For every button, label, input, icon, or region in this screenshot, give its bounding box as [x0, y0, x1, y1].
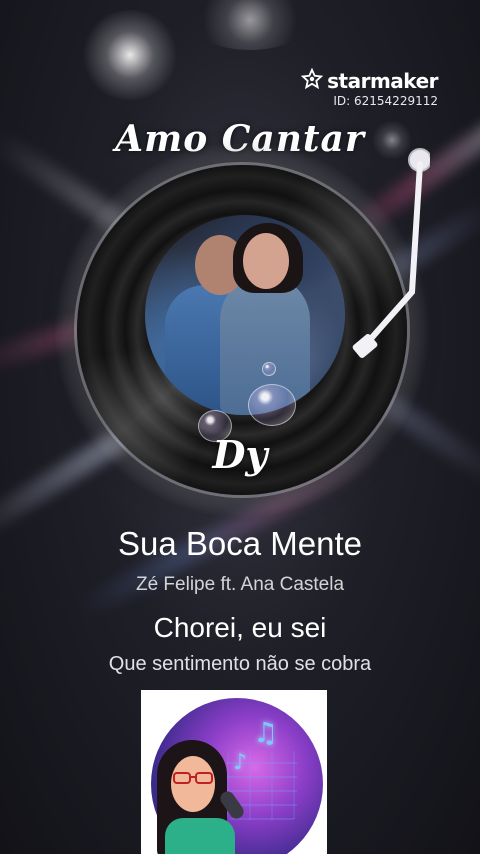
music-note-icon: ♪	[233, 750, 248, 775]
heart-bubble	[262, 362, 276, 376]
glasses-icon	[173, 772, 213, 784]
lyric-next-line: Que sentimento não se cobra	[108, 653, 372, 675]
lens-flare	[190, 0, 310, 50]
singer-avatar: ♫ ♪	[141, 690, 327, 854]
lyric-current-line: Chorei, eu sei	[153, 612, 327, 643]
starmaker-logo: starmaker ID: 62154229112	[300, 67, 438, 108]
music-note-icon: ♫	[253, 716, 279, 749]
user-id: ID: 62154229112	[333, 94, 438, 108]
song-artist: Zé Felipe ft. Ana Castela	[135, 574, 345, 595]
heart-bubble	[248, 384, 296, 426]
song-title: Sua Boca Mente	[118, 525, 362, 562]
avatar-shirt	[165, 818, 235, 854]
album-cover	[145, 215, 345, 415]
avatar-face	[171, 756, 215, 812]
tonearm-icon	[330, 142, 432, 372]
brand-name: starmaker	[327, 69, 438, 93]
lens-flare	[80, 10, 180, 100]
star-icon	[300, 67, 324, 94]
overlay-signature-text: Dy	[212, 432, 268, 477]
